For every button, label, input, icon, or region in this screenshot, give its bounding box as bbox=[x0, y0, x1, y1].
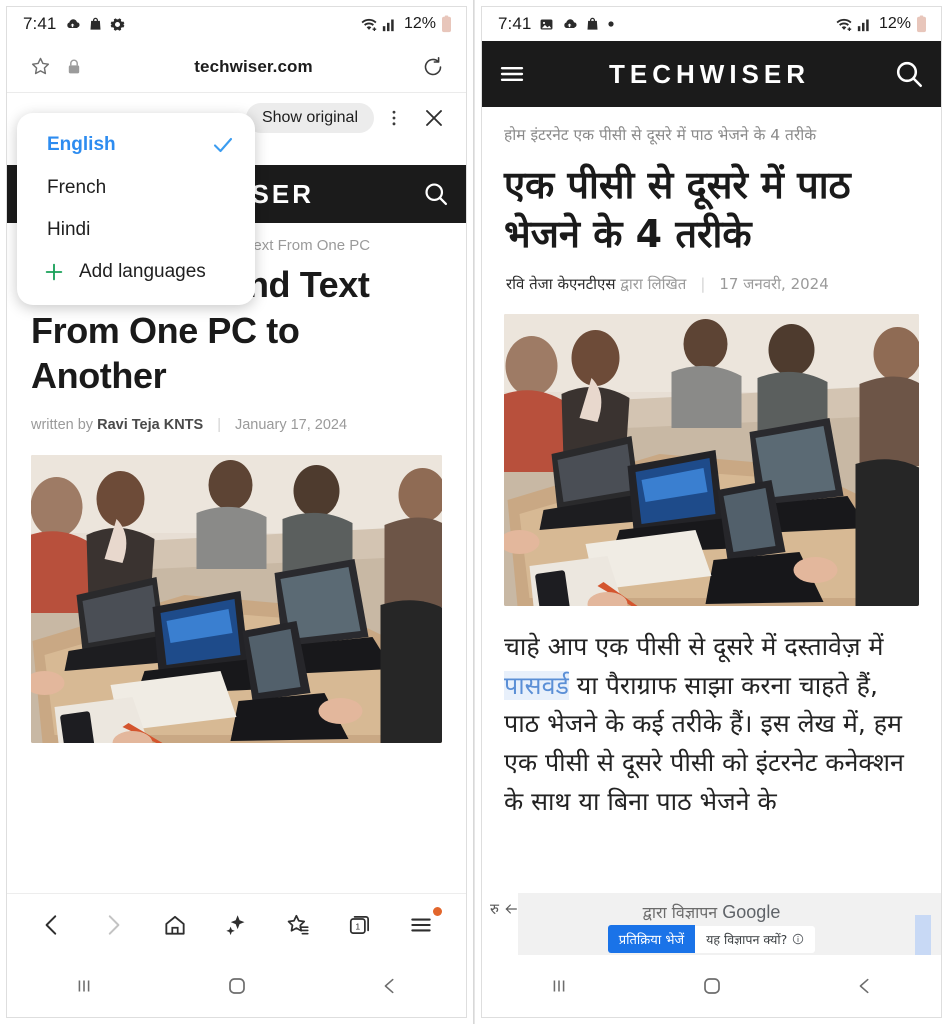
url-text[interactable]: techwiser.com bbox=[91, 57, 416, 77]
ad-placeholder-block bbox=[915, 915, 931, 955]
dual-screenshot-comparison: 7:41 12% techwiser.com Send Text From On… bbox=[0, 0, 948, 1024]
why-this-ad-button[interactable]: यह विज्ञापन क्यों? bbox=[695, 925, 816, 953]
send-feedback-button[interactable]: प्रतिक्रिया भेजें bbox=[607, 925, 696, 953]
article-right: होम इंटरनेट एक पीसी से दूसरे में पाठ भेज… bbox=[482, 107, 941, 822]
show-original-button[interactable]: Show original bbox=[245, 103, 374, 133]
signal-icon bbox=[857, 17, 872, 32]
left-phone-screenshot: 7:41 12% techwiser.com Send Text From On… bbox=[0, 0, 474, 1024]
site-header-right: TECHWISER bbox=[482, 41, 941, 107]
body-text-part1: चाहे आप एक पीसी से दूसरे में दस्तावेज़ म… bbox=[504, 631, 884, 661]
bookmarks-icon[interactable] bbox=[277, 904, 319, 946]
language-option-hindi[interactable]: Hindi bbox=[17, 209, 255, 251]
google-ad-strip: रु द्वारा विज्ञापन Google प्रतिक्रिया भे… bbox=[482, 893, 941, 955]
language-label: English bbox=[47, 134, 116, 155]
home-icon[interactable] bbox=[682, 965, 742, 1007]
written-by-label: द्वारा लिखित bbox=[620, 274, 687, 293]
more-vertical-icon[interactable] bbox=[374, 108, 414, 128]
close-icon[interactable] bbox=[414, 106, 454, 130]
status-bar-left: 7:41 12% bbox=[7, 7, 466, 41]
search-icon[interactable] bbox=[893, 58, 925, 90]
back-icon[interactable] bbox=[360, 965, 420, 1007]
google-logo-text: Google bbox=[722, 902, 781, 922]
cloud-upload-icon bbox=[561, 16, 578, 33]
status-time: 7:41 bbox=[23, 14, 57, 33]
add-languages-button[interactable]: Add languages bbox=[17, 251, 255, 293]
image-icon bbox=[539, 17, 554, 32]
cloud-upload-icon bbox=[64, 16, 81, 33]
android-nav-bar-left bbox=[7, 955, 466, 1017]
dot-icon bbox=[607, 20, 615, 28]
check-icon bbox=[211, 133, 235, 157]
wifi-icon bbox=[835, 16, 853, 32]
ad-by-label: द्वारा विज्ञापन bbox=[642, 903, 718, 922]
lock-icon bbox=[57, 58, 91, 76]
status-bar-right: 7:41 12% bbox=[482, 7, 941, 41]
right-phone-screenshot: 7:41 12% TECHWISER होम इंटरनेट एक पीसी स… bbox=[474, 0, 948, 1024]
ad-attribution: द्वारा विज्ञापन Google bbox=[482, 901, 941, 923]
language-option-english[interactable]: English bbox=[17, 123, 255, 167]
byline: written by Ravi Teja KNTS | January 17, … bbox=[7, 399, 466, 433]
battery-percent: 12% bbox=[403, 15, 436, 32]
publish-date: 17 जनवरी, 2024 bbox=[719, 274, 829, 293]
signal-icon bbox=[382, 17, 397, 32]
password-link[interactable]: पासवर्ड bbox=[504, 670, 569, 700]
written-by-label: written by Ravi Teja KNTS bbox=[31, 417, 204, 434]
browser-toolbar: 1 bbox=[7, 893, 466, 955]
menu-icon[interactable] bbox=[400, 904, 443, 946]
back-icon[interactable] bbox=[31, 904, 73, 946]
gear-icon bbox=[110, 17, 125, 32]
byline-separator: | bbox=[700, 274, 706, 293]
tabs-icon[interactable]: 1 bbox=[339, 904, 381, 946]
language-label: Hindi bbox=[47, 219, 91, 240]
byline-separator: | bbox=[217, 417, 221, 434]
page-title: एक पीसी से दूसरे में पाठ भेजने के 4 तरीक… bbox=[504, 163, 851, 257]
byline: रवि तेजा केएनटीएस द्वारा लिखित | 17 जनवर… bbox=[482, 260, 941, 294]
author-name: रवि तेजा केएनटीएस bbox=[506, 274, 616, 293]
back-icon[interactable] bbox=[835, 965, 895, 1007]
browser-url-bar[interactable]: techwiser.com bbox=[7, 41, 466, 93]
battery-icon bbox=[441, 15, 452, 33]
language-dropdown-menu[interactable]: English French Hindi Add languages bbox=[17, 113, 255, 305]
language-label: French bbox=[47, 177, 107, 198]
status-time: 7:41 bbox=[498, 14, 532, 33]
wifi-icon bbox=[360, 16, 378, 32]
search-icon[interactable] bbox=[422, 180, 450, 208]
publish-date: January 17, 2024 bbox=[234, 417, 348, 434]
home-icon[interactable] bbox=[207, 965, 267, 1007]
hero-image bbox=[504, 313, 919, 606]
sparkle-icon[interactable] bbox=[215, 904, 257, 946]
why-this-ad-label: यह विज्ञापन क्यों? bbox=[706, 931, 788, 947]
recents-icon[interactable] bbox=[54, 965, 114, 1007]
site-brand: TECHWISER bbox=[609, 58, 810, 89]
info-icon bbox=[793, 933, 804, 945]
notification-badge bbox=[433, 906, 443, 916]
svg-text:1: 1 bbox=[355, 921, 360, 931]
forward-icon bbox=[92, 904, 134, 946]
breadcrumb: होम इंटरनेट एक पीसी से दूसरे में पाठ भेज… bbox=[504, 126, 817, 144]
hamburger-icon[interactable] bbox=[498, 60, 526, 88]
star-icon[interactable] bbox=[23, 55, 57, 78]
hero-image bbox=[31, 455, 442, 744]
reload-icon[interactable] bbox=[416, 55, 450, 79]
recents-icon[interactable] bbox=[529, 965, 589, 1007]
battery-icon bbox=[916, 15, 927, 33]
bag-icon bbox=[88, 16, 103, 32]
plus-icon bbox=[43, 261, 65, 283]
language-option-french[interactable]: French bbox=[17, 167, 255, 209]
bag-icon bbox=[585, 16, 600, 32]
home-icon[interactable] bbox=[154, 904, 196, 946]
author-name: Ravi Teja KNTS bbox=[97, 417, 204, 434]
android-nav-bar-right bbox=[482, 955, 941, 1017]
add-languages-label: Add languages bbox=[79, 261, 206, 282]
article-body: चाहे आप एक पीसी से दूसरे में दस्तावेज़ म… bbox=[482, 606, 941, 822]
battery-percent: 12% bbox=[878, 15, 911, 32]
